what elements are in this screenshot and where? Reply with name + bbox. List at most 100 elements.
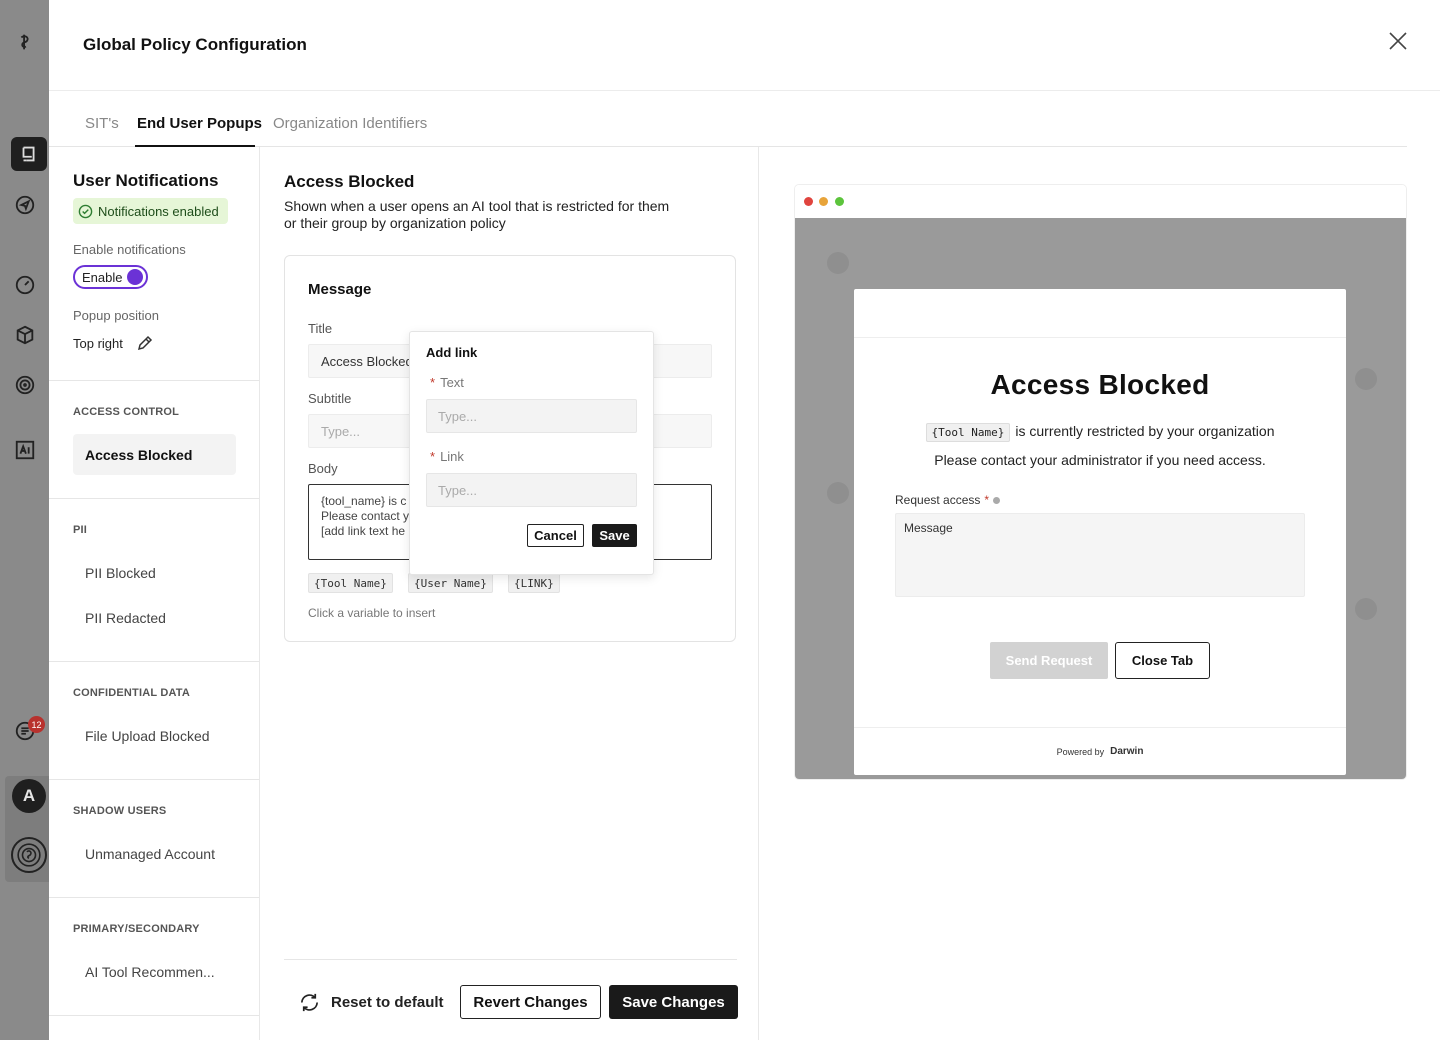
request-label-text: Request access [895, 493, 981, 507]
sidebar-item-access-blocked[interactable]: Access Blocked [73, 434, 236, 475]
preview-backdrop: Access Blocked {Tool Name} is currently r… [795, 218, 1406, 779]
primary-secondary-section: PRIMARY/SECONDARY AI Tool Recommen... [49, 898, 259, 1016]
window-minimize-dot [819, 197, 828, 206]
preview-line1: is currently restricted by your organiza… [1015, 423, 1275, 439]
add-link-title: Add link [426, 345, 478, 360]
text-label: Text [440, 375, 464, 390]
powered-by-text: Powered by [1056, 746, 1105, 757]
category-label: PII [73, 524, 88, 536]
footer-divider [284, 959, 737, 960]
sidebar-item-file-upload-blocked[interactable]: File Upload Blocked [73, 715, 236, 756]
add-link-popover: Add link * Text Type... * Link Type... Can… [409, 331, 654, 575]
window-maximize-dot [835, 197, 844, 206]
send-request-button[interactable]: Send Request [990, 642, 1108, 679]
body-label: Body [308, 461, 338, 476]
category-label: SHADOW USERS [73, 805, 167, 817]
notification-badge: 12 [28, 716, 45, 733]
policies-icon[interactable] [11, 137, 47, 171]
popup-editor: Access Blocked Shown when a user opens a… [260, 147, 759, 1040]
backdrop-shape [1355, 368, 1377, 390]
enable-toggle[interactable]: Enable [73, 265, 148, 289]
link-field-label: * Link [430, 449, 464, 464]
confidential-data-section: CONFIDENTIAL DATA File Upload Blocked [49, 662, 259, 780]
popup-sidebar: User Notifications Notifications enabled… [49, 147, 260, 1040]
tab-end-user-popups[interactable]: End User Popups [137, 115, 262, 132]
sidebar-heading: User Notifications [73, 171, 219, 190]
pencil-icon[interactable] [135, 333, 155, 353]
link-url-input[interactable]: Type... [426, 473, 637, 507]
category-label: CONFIDENTIAL DATA [73, 687, 191, 699]
popup-position-label: Popup position [73, 308, 160, 323]
save-changes-button[interactable]: Save Changes [609, 985, 738, 1019]
category-label: ACCESS CONTROL [73, 406, 180, 418]
modal-title: Global Policy Configuration [83, 35, 307, 54]
browser-bar [795, 185, 1406, 218]
close-tab-button[interactable]: Close Tab [1115, 642, 1210, 679]
variable-chip-tool-name[interactable]: {Tool Name} [308, 573, 393, 593]
cube-icon[interactable] [12, 322, 38, 348]
required-asterisk: * [984, 493, 990, 507]
preview-title: Access Blocked [990, 369, 1210, 400]
enable-notifications-label: Enable notifications [73, 242, 186, 257]
sidebar-item-ai-tool-recommendation[interactable]: AI Tool Recommen... [73, 951, 236, 992]
toggle-label: Enable [82, 269, 123, 285]
close-icon[interactable] [1387, 30, 1409, 52]
text-field-label: * Text [430, 375, 464, 390]
pii-section: PII PII Blocked PII Redacted [49, 499, 259, 662]
revert-changes-button[interactable]: Revert Changes [460, 985, 601, 1019]
variables-hint: Click a variable to insert [308, 606, 436, 620]
tool-name-token: {Tool Name} [925, 423, 1011, 442]
send-icon[interactable] [12, 192, 38, 218]
popup-preview: Access Blocked {Tool Name} is currently r… [795, 185, 1406, 779]
avatar[interactable]: A [12, 779, 46, 813]
sidebar-item-pii-blocked[interactable]: PII Blocked [73, 552, 236, 593]
target-icon[interactable] [12, 372, 38, 398]
app-rail: 12 A [0, 0, 49, 1040]
shadow-users-section: SHADOW USERS Unmanaged Account [49, 780, 259, 898]
tab-sits[interactable]: SIT's [85, 115, 119, 132]
backdrop-shape [827, 252, 849, 274]
category-label: PRIMARY/SECONDARY [73, 923, 200, 935]
ai-icon[interactable] [12, 437, 38, 463]
tab-organization-identifiers[interactable]: Organization Identifiers [273, 115, 427, 132]
powered-by: Powered by Darwin [854, 727, 1346, 775]
info-icon [993, 496, 1001, 504]
gauge-icon[interactable] [12, 272, 38, 298]
organization-seal-icon[interactable] [11, 837, 47, 873]
preview-message-line: {Tool Name} is currently restricted by yo… [854, 423, 1346, 442]
editor-description: Shown when a user opens an AI tool that … [284, 198, 670, 231]
message-card: Message Title Access Blocked Subtitle Ty… [284, 255, 736, 642]
access-control-section: ACCESS CONTROL Access Blocked [49, 381, 259, 499]
request-message-field[interactable]: Message [895, 513, 1305, 597]
sidebar-item-unmanaged-account[interactable]: Unmanaged Account [73, 833, 236, 874]
cancel-button[interactable]: Cancel [527, 524, 584, 547]
user-notifications-section: User Notifications Notifications enabled… [49, 147, 259, 381]
card-title: Message [308, 281, 372, 298]
check-circle-icon [78, 204, 93, 218]
backdrop-shape [827, 482, 849, 504]
link-label: Link [440, 449, 464, 464]
tab-bar: SIT's End User Popups Organization Ident… [49, 91, 1407, 147]
request-access-label: Request access * [895, 493, 1001, 507]
window-close-dot [804, 197, 813, 206]
editor-heading: Access Blocked [284, 172, 415, 191]
preview-dialog: Access Blocked {Tool Name} is currently r… [854, 289, 1346, 775]
subtitle-label: Subtitle [308, 391, 352, 406]
status-text: Notifications enabled [98, 203, 219, 219]
policy-config-modal: Global Policy Configuration SIT's End Us… [49, 0, 1440, 1040]
title-label: Title [308, 321, 333, 336]
reset-to-default-button[interactable]: Reset to default [298, 985, 444, 1019]
status-badge: Notifications enabled [73, 198, 228, 224]
link-text-input[interactable]: Type... [426, 399, 637, 433]
popup-position-value: Top right [73, 336, 123, 351]
variable-chip-link[interactable]: {LINK} [508, 573, 560, 593]
refresh-icon [300, 993, 319, 1011]
reset-label: Reset to default [331, 993, 444, 1011]
sidebar-item-pii-redacted[interactable]: PII Redacted [73, 597, 236, 638]
variable-chip-user-name[interactable]: {User Name} [408, 573, 493, 593]
brand-logo-icon[interactable] [12, 29, 38, 55]
save-link-button[interactable]: Save [592, 524, 637, 547]
modal-header: Global Policy Configuration [49, 0, 1440, 91]
dialog-top-bar [854, 289, 1346, 338]
brand-name: Darwin [1110, 746, 1144, 757]
